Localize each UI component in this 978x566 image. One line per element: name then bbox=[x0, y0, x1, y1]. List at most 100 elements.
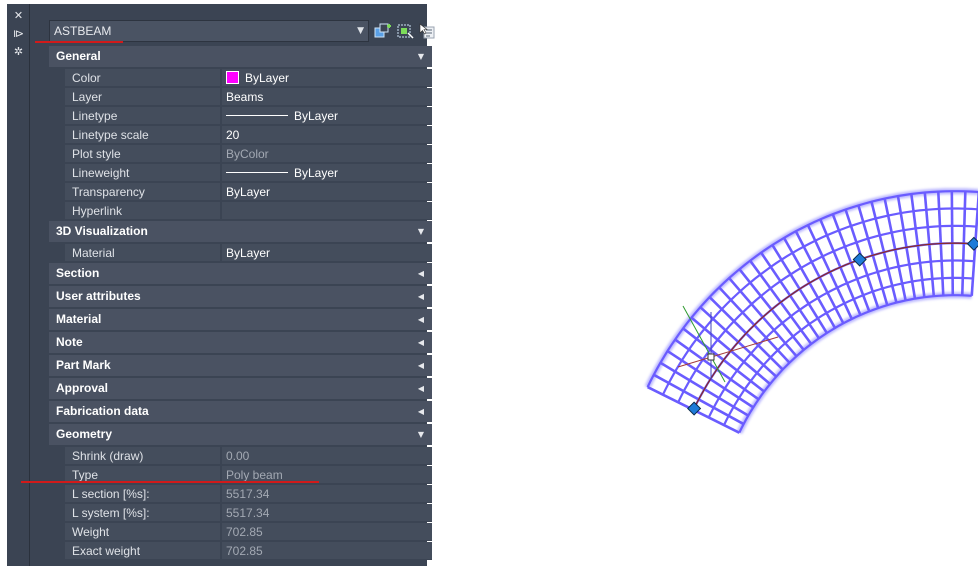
property-row[interactable]: Shrink (draw) 0.00 bbox=[49, 447, 432, 466]
line-preview-icon bbox=[226, 172, 288, 173]
line-preview-icon bbox=[226, 115, 288, 116]
property-row[interactable]: L section [%s]: 5517.34 bbox=[49, 485, 432, 504]
curved-beam[interactable] bbox=[644, 188, 978, 435]
row-gutter bbox=[49, 88, 65, 107]
property-row[interactable]: L system [%s]: 5517.34 bbox=[49, 504, 432, 523]
property-value: 0.00 bbox=[222, 447, 432, 465]
auto-hide-icon[interactable]: ⧐ bbox=[12, 28, 25, 40]
category-approval[interactable]: Approval ◀ bbox=[49, 378, 432, 399]
object-type-dropdown[interactable]: ASTBEAM ▼ bbox=[49, 20, 369, 42]
property-name: Material bbox=[65, 244, 221, 262]
chevron-down-icon: ▼ bbox=[357, 26, 364, 36]
annotation-underline-object-type bbox=[35, 41, 123, 43]
row-gutter bbox=[49, 164, 65, 183]
property-row[interactable]: Lineweight ByLayer bbox=[49, 164, 432, 183]
category-label: Material bbox=[56, 312, 102, 326]
property-name: Linetype bbox=[65, 107, 221, 125]
property-name: L section [%s]: bbox=[65, 485, 221, 503]
property-row[interactable]: Weight 702.85 bbox=[49, 523, 432, 542]
category-geometry[interactable]: Geometry ▼ bbox=[49, 424, 432, 445]
category-label: Geometry bbox=[56, 427, 113, 441]
property-row[interactable]: Exact weight 702.85 bbox=[49, 542, 432, 561]
property-value: 5517.34 bbox=[222, 504, 432, 522]
property-row[interactable]: Material ByLayer bbox=[49, 244, 432, 263]
category-label: 3D Visualization bbox=[56, 224, 148, 238]
property-row[interactable]: Linetype ByLayer bbox=[49, 107, 432, 126]
annotation-underline-type bbox=[21, 481, 319, 483]
color-swatch bbox=[226, 71, 239, 84]
property-value-text: 5517.34 bbox=[226, 506, 270, 520]
grip-handle[interactable] bbox=[966, 236, 978, 251]
properties-settings-icon[interactable]: ✲ bbox=[12, 46, 25, 58]
property-value[interactable] bbox=[222, 202, 432, 220]
collapse-icon[interactable]: ▼ bbox=[418, 221, 424, 242]
property-value[interactable]: 20 bbox=[222, 126, 432, 144]
select-objects-icon[interactable] bbox=[396, 22, 414, 40]
property-name: Lineweight bbox=[65, 164, 221, 182]
property-name: Color bbox=[65, 69, 221, 87]
expand-icon[interactable]: ◀ bbox=[418, 263, 424, 284]
property-value-text: 0.00 bbox=[226, 449, 250, 463]
property-row[interactable]: Color ByLayer bbox=[49, 69, 432, 88]
property-value-text: ByLayer bbox=[226, 185, 271, 199]
property-value[interactable]: Beams bbox=[222, 88, 432, 106]
category-material[interactable]: Material ◀ bbox=[49, 309, 432, 330]
category-label: Note bbox=[56, 335, 83, 349]
property-value[interactable]: ByLayer bbox=[222, 164, 432, 182]
category-label: User attributes bbox=[56, 289, 141, 303]
property-name: Plot style bbox=[65, 145, 221, 163]
toggle-pickadd-icon[interactable] bbox=[418, 22, 436, 40]
property-value-text: ByLayer bbox=[294, 166, 339, 180]
property-name: Transparency bbox=[65, 183, 221, 201]
beam-longitudinal-line bbox=[723, 276, 973, 426]
category-label: Part Mark bbox=[56, 358, 111, 372]
expand-icon[interactable]: ◀ bbox=[418, 309, 424, 330]
property-value: 702.85 bbox=[222, 523, 432, 541]
expand-icon[interactable]: ◀ bbox=[418, 332, 424, 353]
category-user-attributes[interactable]: User attributes ◀ bbox=[49, 286, 432, 307]
category-general[interactable]: General ▼ bbox=[49, 46, 432, 67]
property-row[interactable]: Layer Beams bbox=[49, 88, 432, 107]
property-value[interactable]: ByLayer bbox=[222, 69, 432, 87]
category-label: Section bbox=[56, 266, 100, 280]
collapse-icon[interactable]: ▼ bbox=[418, 424, 424, 445]
close-icon[interactable]: ✕ bbox=[12, 10, 25, 22]
property-value-text: ByLayer bbox=[226, 246, 271, 260]
quick-select-icon[interactable] bbox=[374, 22, 392, 40]
property-value[interactable]: ByLayer bbox=[222, 107, 432, 125]
property-row[interactable]: Plot style ByColor bbox=[49, 145, 432, 164]
expand-icon[interactable]: ◀ bbox=[418, 355, 424, 376]
properties-palette: ✕ ⧐ ✲ ASTBEAM ▼ General ▼ Color ByLayer Laye… bbox=[7, 4, 435, 566]
property-value[interactable]: ByLayer bbox=[222, 183, 432, 201]
property-name: L system [%s]: bbox=[65, 504, 221, 522]
drawing-viewport[interactable] bbox=[440, 0, 978, 566]
row-gutter bbox=[49, 183, 65, 202]
property-name: Weight bbox=[65, 523, 221, 541]
property-value-text: 702.85 bbox=[226, 525, 263, 539]
property-row[interactable]: Linetype scale 20 bbox=[49, 126, 432, 145]
row-gutter bbox=[49, 107, 65, 126]
property-value: ByColor bbox=[222, 145, 432, 163]
category-part-mark[interactable]: Part Mark ◀ bbox=[49, 355, 432, 376]
property-name: Hyperlink bbox=[65, 202, 221, 220]
expand-icon[interactable]: ◀ bbox=[418, 401, 424, 422]
expand-icon[interactable]: ◀ bbox=[418, 286, 424, 307]
property-row[interactable]: Transparency ByLayer bbox=[49, 183, 432, 202]
row-gutter bbox=[49, 523, 65, 542]
category-3d-visualization[interactable]: 3D Visualization ▼ bbox=[49, 221, 432, 242]
category-section[interactable]: Section ◀ bbox=[49, 263, 432, 284]
expand-icon[interactable]: ◀ bbox=[418, 378, 424, 399]
row-gutter bbox=[49, 202, 65, 221]
property-row[interactable]: Hyperlink bbox=[49, 202, 432, 221]
property-value[interactable]: ByLayer bbox=[222, 244, 432, 262]
property-name: Exact weight bbox=[65, 542, 221, 560]
category-fabrication-data[interactable]: Fabrication data ◀ bbox=[49, 401, 432, 422]
row-gutter bbox=[49, 244, 65, 263]
property-name: Shrink (draw) bbox=[65, 447, 221, 465]
property-value-text: Beams bbox=[226, 90, 264, 104]
property-value-text: ByColor bbox=[226, 147, 269, 161]
category-note[interactable]: Note ◀ bbox=[49, 332, 432, 353]
row-gutter bbox=[49, 126, 65, 145]
collapse-icon[interactable]: ▼ bbox=[418, 46, 424, 67]
category-label: General bbox=[56, 49, 101, 63]
